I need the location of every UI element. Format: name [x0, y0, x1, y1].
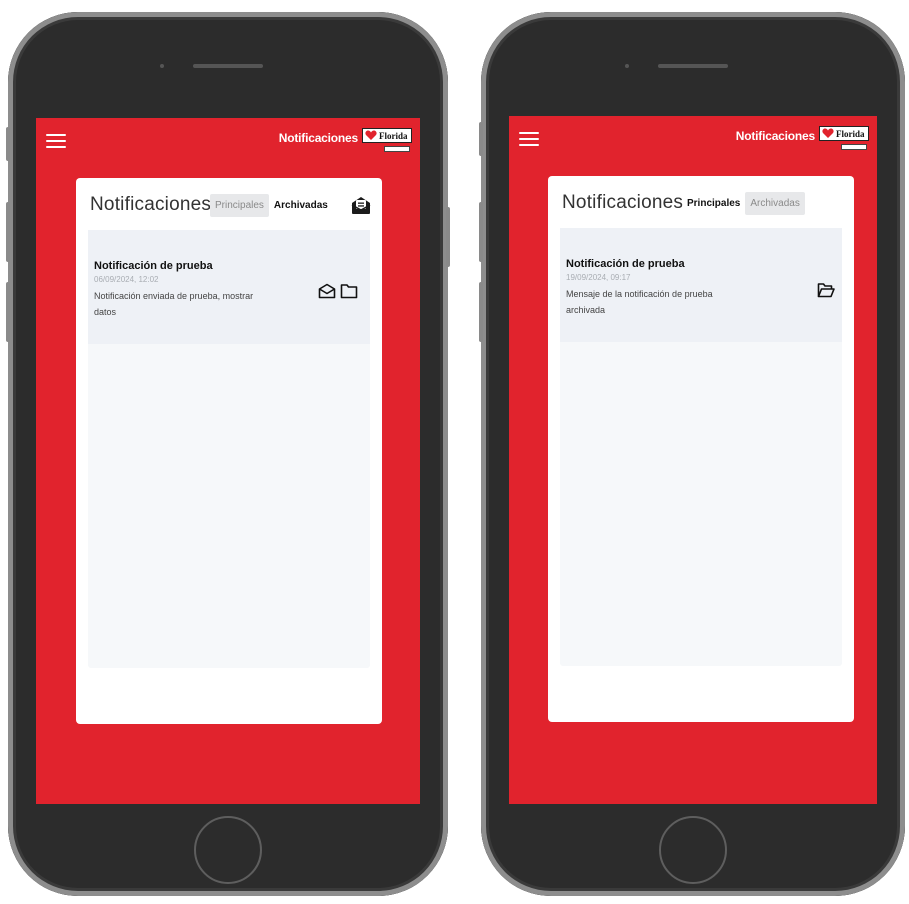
tab-archivadas[interactable]: Archivadas [269, 194, 333, 217]
app-bar: Notificaciones Florida [509, 116, 877, 162]
florida-logo: Florida [362, 128, 412, 154]
power-button [446, 207, 450, 267]
phone-frame-right: Notificaciones Florida Notificaciones Pr… [479, 12, 905, 896]
brand-subtitle [384, 146, 410, 152]
app-bar-title: Notificaciones [278, 131, 358, 145]
home-button[interactable] [194, 816, 262, 884]
tabs: Principales Archivadas [682, 192, 805, 215]
app-bar-title: Notificaciones [735, 129, 815, 143]
notification-title: Notificación de prueba [94, 260, 213, 272]
tab-archivadas[interactable]: Archivadas [745, 192, 805, 215]
volume-up-button [479, 202, 483, 262]
notification-date: 19/09/2024, 09:17 [566, 273, 631, 282]
brand-subtitle [841, 144, 867, 150]
app-bar: Notificaciones Florida [36, 118, 420, 164]
notification-list: Notificación de prueba 06/09/2024, 12:02… [88, 230, 370, 668]
hamburger-icon[interactable] [46, 134, 66, 148]
notifications-card: Notificaciones Principales Archivadas No… [76, 178, 382, 724]
notification-message: Mensaje de la notificación de prueba arc… [566, 289, 713, 315]
tab-principales[interactable]: Principales [682, 192, 745, 215]
notification-item[interactable]: Notificación de prueba 06/09/2024, 12:02… [88, 230, 370, 344]
notification-title: Notificación de prueba [566, 258, 685, 270]
mute-switch [6, 127, 10, 161]
card-title: Notificaciones [562, 192, 684, 213]
archive-folder-icon[interactable] [340, 283, 358, 299]
volume-down-button [6, 282, 10, 342]
hamburger-icon[interactable] [519, 132, 539, 146]
notification-date: 06/09/2024, 12:02 [94, 275, 159, 284]
brand-name: Florida [836, 128, 865, 139]
notification-item[interactable]: Notificación de prueba 19/09/2024, 09:17… [560, 228, 842, 342]
notification-message: Notificación enviada de prueba, mostrar … [94, 291, 254, 317]
tab-principales[interactable]: Principales [210, 194, 269, 217]
mail-open-icon[interactable] [350, 194, 372, 216]
heart-icon [822, 128, 834, 138]
unarchive-folder-icon[interactable] [817, 282, 835, 298]
heart-icon [365, 130, 377, 140]
tabs: Principales Archivadas [210, 194, 333, 217]
mute-switch [479, 122, 483, 156]
screen: Notificaciones Florida Notificaciones Pr… [36, 118, 420, 804]
notifications-card: Notificaciones Principales Archivadas No… [548, 176, 854, 722]
card-header: Notificaciones Principales Archivadas [548, 176, 854, 226]
phone-frame-left: Notificaciones Florida Notificaciones Pr… [6, 12, 450, 896]
brand-name: Florida [379, 130, 408, 141]
notification-list: Notificación de prueba 19/09/2024, 09:17… [560, 228, 842, 666]
earpiece-speaker [193, 64, 263, 68]
front-camera [160, 64, 164, 68]
home-button[interactable] [659, 816, 727, 884]
card-title: Notificaciones [90, 194, 212, 215]
card-header: Notificaciones Principales Archivadas [76, 178, 382, 228]
volume-up-button [6, 202, 10, 262]
front-camera [625, 64, 629, 68]
screen: Notificaciones Florida Notificaciones Pr… [509, 116, 877, 804]
earpiece-speaker [658, 64, 728, 68]
mark-read-icon[interactable] [318, 283, 336, 299]
florida-logo: Florida [819, 126, 869, 152]
volume-down-button [479, 282, 483, 342]
